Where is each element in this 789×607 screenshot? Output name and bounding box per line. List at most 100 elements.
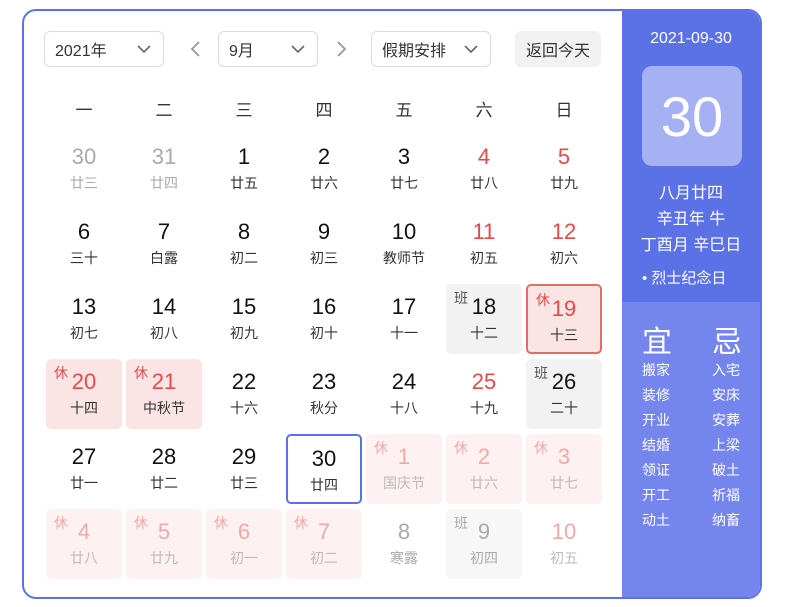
day-cell[interactable]: 休 19 十三	[526, 284, 602, 354]
day-cell[interactable]: 休 20 十四	[46, 359, 122, 429]
day-number: 30	[71, 144, 97, 169]
day-cell[interactable]: 30 廿三	[46, 134, 122, 204]
lunar-day: 廿九	[150, 550, 178, 566]
day-cell[interactable]: 28 廿二	[126, 434, 202, 504]
day-number: 19	[551, 296, 577, 321]
day-number: 23	[311, 369, 337, 394]
chevron-down-icon	[291, 45, 305, 54]
holiday-select[interactable]: 假期安排	[371, 31, 491, 67]
day-number: 7	[157, 219, 171, 244]
day-number: 2	[477, 444, 491, 469]
day-number: 4	[77, 519, 91, 544]
day-number: 21	[151, 369, 177, 394]
next-month-icon[interactable]	[334, 39, 348, 59]
prev-month-icon[interactable]	[189, 39, 203, 59]
day-cell[interactable]: 10 初五	[526, 509, 602, 579]
day-cell[interactable]: 17 十一	[366, 284, 442, 354]
day-cell[interactable]: 休 7 初二	[286, 509, 362, 579]
day-cell[interactable]: 10 教师节	[366, 209, 442, 279]
lunar-day: 初四	[470, 550, 498, 566]
day-number: 27	[71, 444, 97, 469]
day-number: 1	[237, 144, 251, 169]
chevron-down-icon	[464, 45, 478, 54]
day-cell[interactable]: 休 4 廿八	[46, 509, 122, 579]
day-cell[interactable]: 9 初三	[286, 209, 362, 279]
lunar-day: 国庆节	[383, 475, 425, 491]
day-cell[interactable]: 休 21 中秋节	[126, 359, 202, 429]
day-cell[interactable]: 11 初五	[446, 209, 522, 279]
day-cell[interactable]: 16 初十	[286, 284, 362, 354]
lunar-day: 廿三	[230, 475, 258, 491]
yi-item: 开业	[642, 412, 670, 428]
day-cell[interactable]: 6 三十	[46, 209, 122, 279]
day-cell[interactable]: 29 廿三	[206, 434, 282, 504]
day-cell[interactable]: 15 初九	[206, 284, 282, 354]
lunar-day: 教师节	[383, 250, 425, 266]
day-cell[interactable]: 4 廿八	[446, 134, 522, 204]
day-cell[interactable]: 14 初八	[126, 284, 202, 354]
day-cell[interactable]: 3 廿七	[366, 134, 442, 204]
day-cell[interactable]: 25 十九	[446, 359, 522, 429]
day-number: 8	[237, 219, 251, 244]
day-cell[interactable]: 22 十六	[206, 359, 282, 429]
lunar-day: 廿五	[230, 175, 258, 191]
ji-list: 入宅 安床 安葬 上梁 破土 祈福 纳畜	[712, 361, 740, 536]
lunar-day: 廿四	[310, 477, 338, 493]
day-cell[interactable]: 休 5 廿九	[126, 509, 202, 579]
year-select-label: 2021年	[55, 43, 107, 60]
day-cell[interactable]: 8 寒露	[366, 509, 442, 579]
weekday-label: 日	[555, 101, 573, 120]
day-cell[interactable]: 8 初二	[206, 209, 282, 279]
day-cell[interactable]: 休 1 国庆节	[366, 434, 442, 504]
calendar-widget: 2021年 9月 假期安排 返回今天 一 二 三 四 五 六 日 30 廿三 31 廿…	[22, 9, 762, 599]
day-number: 24	[391, 369, 417, 394]
day-cell[interactable]: 23 秋分	[286, 359, 362, 429]
ji-item: 安葬	[712, 412, 740, 428]
day-cell[interactable]: 24 十八	[366, 359, 442, 429]
lunar-day: 初五	[470, 250, 498, 266]
day-cell[interactable]: 13 初七	[46, 284, 122, 354]
lunar-day: 初一	[230, 550, 258, 566]
day-number: 26	[551, 369, 577, 394]
day-cell[interactable]: 31 廿四	[126, 134, 202, 204]
weekday-label: 四	[315, 101, 333, 120]
lunar-day: 初二	[230, 250, 258, 266]
lunar-day: 初十	[310, 325, 338, 341]
day-number: 15	[231, 294, 257, 319]
lunar-day: 十九	[470, 400, 498, 416]
lunar-day: 廿三	[70, 175, 98, 191]
day-number: 1	[397, 444, 411, 469]
day-cell[interactable]: 班 26 二十	[526, 359, 602, 429]
day-cell[interactable]: 休 2 廿六	[446, 434, 522, 504]
month-select[interactable]: 9月	[218, 31, 318, 67]
day-cell[interactable]: 班 9 初四	[446, 509, 522, 579]
year-select[interactable]: 2021年	[44, 31, 164, 67]
lunar-day: 廿八	[470, 175, 498, 191]
day-number: 20	[71, 369, 97, 394]
day-cell[interactable]: 12 初六	[526, 209, 602, 279]
back-to-today-button[interactable]: 返回今天	[515, 31, 601, 67]
day-cell[interactable]: 5 廿九	[526, 134, 602, 204]
yi-item: 装修	[642, 387, 670, 403]
weekday-label: 三	[235, 101, 253, 120]
day-cell[interactable]: 27 廿一	[46, 434, 122, 504]
day-number: 6	[237, 519, 251, 544]
lunar-day: 十一	[390, 325, 418, 341]
day-cell[interactable]: 7 白露	[126, 209, 202, 279]
yi-item: 动土	[642, 512, 670, 528]
day-cell[interactable]: 2 廿六	[286, 134, 362, 204]
day-cell[interactable]: 休 3 廿七	[526, 434, 602, 504]
chevron-down-icon	[137, 45, 151, 54]
day-cell[interactable]: 休 6 初一	[206, 509, 282, 579]
day-summary: 2021-09-30 30 八月廿四 辛丑年 牛 丁酉月 辛巳日 • 烈士纪念日	[622, 11, 760, 302]
lunar-day: 廿七	[550, 475, 578, 491]
day-number: 5	[157, 519, 171, 544]
day-cell[interactable]: 1 廿五	[206, 134, 282, 204]
day-number: 4	[477, 144, 491, 169]
lunar-day: 初二	[310, 550, 338, 566]
lunar-day: 十六	[230, 400, 258, 416]
day-cell[interactable]: 30 廿四	[286, 434, 362, 504]
day-cell[interactable]: 班 18 十二	[446, 284, 522, 354]
lunar-day: 初七	[70, 325, 98, 341]
selected-date: 2021-09-30	[650, 30, 732, 47]
